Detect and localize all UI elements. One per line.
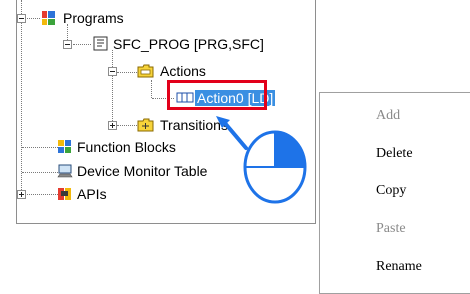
folder-icon <box>137 64 154 78</box>
tree-item-device-monitor-table-label[interactable]: Device Monitor Table <box>77 163 207 179</box>
tree-item-actions-label[interactable]: Actions <box>160 63 206 79</box>
menu-item-rename[interactable]: Rename <box>376 259 422 275</box>
tree-line <box>117 72 137 73</box>
menu-item-delete[interactable]: Delete <box>376 146 413 162</box>
tree-line <box>117 125 137 126</box>
tree-line <box>73 44 91 45</box>
tree-item-programs-label[interactable]: Programs <box>63 10 124 26</box>
tree-item-sfc-prog-label[interactable]: SFC_PROG [PRG,SFC] <box>113 36 264 52</box>
menu-item-paste[interactable]: Paste <box>376 221 406 237</box>
context-menu: Add Delete Copy Paste Rename <box>319 92 470 294</box>
selection-highlight-box <box>167 80 267 110</box>
tree-line <box>22 194 58 195</box>
tree-line <box>21 0 22 194</box>
right-mouse-button-icon <box>216 116 307 204</box>
menu-item-copy[interactable]: Copy <box>376 183 406 199</box>
function-blocks-icon <box>58 140 71 153</box>
monitor-icon <box>57 164 73 178</box>
tree-line <box>22 172 58 173</box>
folder-icon <box>137 118 154 132</box>
tree-line <box>22 147 58 148</box>
expand-toggle[interactable] <box>108 121 117 130</box>
tree-line <box>151 80 152 98</box>
collapse-toggle[interactable] <box>17 14 26 23</box>
sfc-program-icon <box>93 36 108 51</box>
collapse-toggle[interactable] <box>108 67 117 76</box>
programs-folder-icon <box>42 11 55 25</box>
tree-item-function-blocks-label[interactable]: Function Blocks <box>77 139 176 155</box>
apis-icon <box>58 188 71 200</box>
tree-line <box>112 50 113 125</box>
menu-item-add[interactable]: Add <box>376 108 400 124</box>
expand-toggle[interactable] <box>17 190 26 199</box>
collapse-toggle[interactable] <box>63 40 72 49</box>
tree-item-apis-label[interactable]: APIs <box>77 186 107 202</box>
